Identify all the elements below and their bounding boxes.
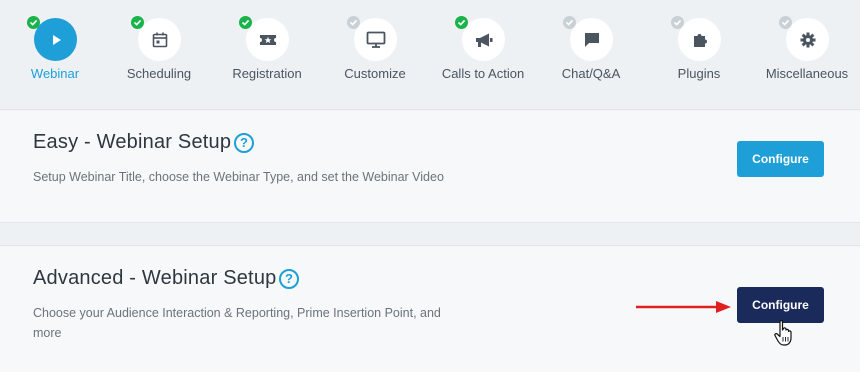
- gear-icon: [800, 32, 815, 47]
- step-incomplete-check-icon: [563, 16, 576, 29]
- step-calls-to-action[interactable]: Calls to Action: [428, 0, 538, 110]
- step-scheduling-circle: [138, 18, 181, 61]
- play-icon: [52, 34, 61, 45]
- megaphone-icon: [475, 33, 492, 47]
- puzzle-icon: [693, 33, 707, 47]
- step-complete-check-icon: [131, 16, 144, 29]
- step-complete-check-icon: [239, 16, 252, 29]
- advanced-setup-section: Advanced - Webinar Setup ? Choose your A…: [0, 247, 860, 372]
- easy-setup-title: Easy - Webinar Setup: [33, 131, 232, 153]
- calendar-icon: [152, 32, 167, 47]
- step-calls-to-action-label: Calls to Action: [441, 66, 525, 81]
- step-complete-check-icon: [27, 16, 40, 29]
- step-registration[interactable]: Registration: [212, 0, 322, 110]
- step-chat-qa[interactable]: Chat/Q&A: [536, 0, 646, 110]
- step-miscellaneous[interactable]: Miscellaneous: [752, 0, 860, 110]
- step-navigation: Webinar Scheduling Registration Customiz…: [0, 0, 860, 110]
- step-customize-label: Customize: [344, 66, 406, 81]
- step-miscellaneous-label: Miscellaneous: [765, 66, 849, 81]
- step-webinar[interactable]: Webinar: [0, 0, 110, 110]
- easy-setup-description: Setup Webinar Title, choose the Webinar …: [33, 170, 444, 184]
- step-plugins-label: Plugins: [677, 66, 721, 81]
- step-scheduling[interactable]: Scheduling: [104, 0, 214, 110]
- step-webinar-label: Webinar: [30, 66, 80, 81]
- step-incomplete-check-icon: [671, 16, 684, 29]
- advanced-configure-button[interactable]: Configure: [737, 287, 824, 323]
- section-divider: [0, 223, 860, 246]
- step-miscellaneous-circle: [786, 18, 829, 61]
- step-webinar-circle: [34, 18, 77, 61]
- advanced-setup-help-icon[interactable]: ?: [279, 269, 299, 289]
- step-incomplete-check-icon: [779, 16, 792, 29]
- step-chat-qa-label: Chat/Q&A: [561, 66, 621, 81]
- step-chat-qa-circle: [570, 18, 613, 61]
- step-scheduling-label: Scheduling: [126, 66, 192, 81]
- hand-pointer-cursor-icon: [774, 320, 792, 346]
- advanced-setup-title: Advanced - Webinar Setup: [33, 267, 277, 289]
- step-incomplete-check-icon: [347, 16, 360, 29]
- step-calls-to-action-circle: [462, 18, 505, 61]
- step-registration-label: Registration: [232, 66, 302, 81]
- red-arrow-icon: [636, 301, 731, 313]
- easy-setup-help-icon[interactable]: ?: [234, 133, 254, 153]
- step-plugins[interactable]: Plugins: [644, 0, 754, 110]
- easy-setup-section: Easy - Webinar Setup ? Setup Webinar Tit…: [0, 111, 860, 223]
- easy-configure-button[interactable]: Configure: [737, 141, 824, 177]
- step-registration-circle: [246, 18, 289, 61]
- chat-icon: [584, 32, 599, 47]
- advanced-setup-description: Choose your Audience Interaction & Repor…: [33, 306, 441, 340]
- ticket-icon: [259, 34, 276, 45]
- monitor-icon: [366, 31, 385, 48]
- step-customize-circle: [354, 18, 397, 61]
- step-plugins-circle: [678, 18, 721, 61]
- step-complete-check-icon: [455, 16, 468, 29]
- step-customize[interactable]: Customize: [320, 0, 430, 110]
